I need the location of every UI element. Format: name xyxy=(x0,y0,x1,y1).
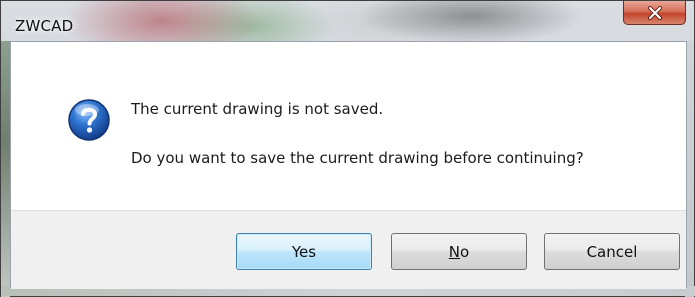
window-frame-left xyxy=(1,41,10,297)
window-title: ZWCAD xyxy=(15,17,74,35)
cancel-button-label: Cancel xyxy=(586,242,638,261)
question-icon xyxy=(66,97,112,143)
no-button[interactable]: No xyxy=(391,233,527,270)
close-icon xyxy=(647,5,663,20)
cancel-button[interactable]: Cancel xyxy=(544,233,680,270)
message-line-1: The current drawing is not saved. xyxy=(131,100,384,118)
message-line-2: Do you want to save the current drawing … xyxy=(131,149,584,167)
yes-button[interactable]: Yes xyxy=(236,233,372,270)
message-area: The current drawing is not saved. Do you… xyxy=(11,42,686,210)
no-button-mnemonic: N xyxy=(448,242,461,261)
no-button-label-rest: o xyxy=(460,242,470,261)
close-button[interactable] xyxy=(623,1,686,25)
dialog-window: ZWCAD The current drawing is not saved. … xyxy=(0,0,695,297)
button-bar: Yes No Cancel xyxy=(11,210,686,289)
yes-button-label: Yes xyxy=(291,242,317,261)
dialog-client-area: The current drawing is not saved. Do you… xyxy=(10,41,687,289)
